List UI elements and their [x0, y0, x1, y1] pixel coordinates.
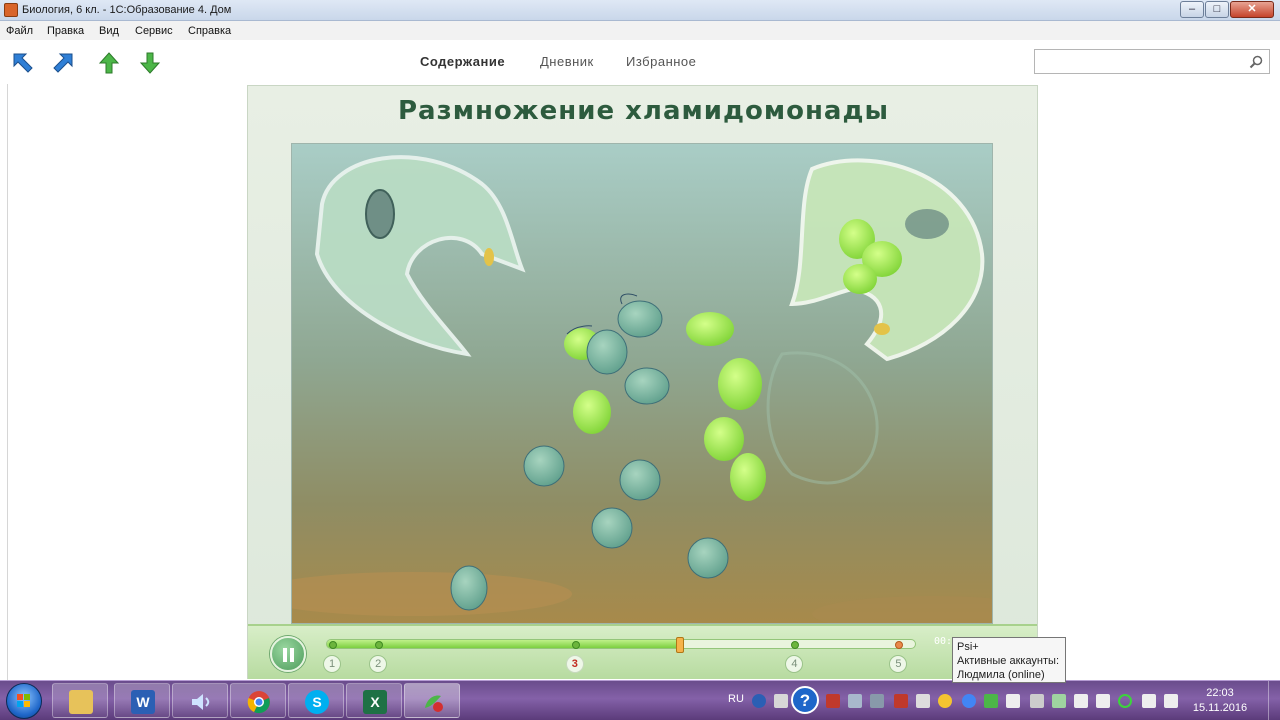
animation-scene[interactable]	[291, 143, 993, 624]
taskbar-skype[interactable]: S	[288, 683, 344, 718]
tab-contents[interactable]: Содержание	[420, 54, 505, 69]
help-small-icon[interactable]	[752, 694, 766, 708]
up-arrow-icon[interactable]	[96, 50, 122, 76]
start-button[interactable]	[6, 683, 42, 719]
taskbar-media[interactable]	[172, 683, 228, 718]
volume-icon[interactable]	[1096, 694, 1110, 708]
svg-text:?: ?	[800, 691, 810, 710]
tray-window-icon[interactable]	[916, 694, 930, 708]
signal-icon[interactable]	[1006, 694, 1020, 708]
left-divider	[7, 84, 8, 680]
chapter-dot[interactable]	[791, 641, 800, 649]
taskbar-excel[interactable]: X	[346, 683, 402, 718]
menu-help[interactable]: Справка	[188, 25, 231, 37]
chapter-marker[interactable]: 4	[785, 655, 804, 673]
taskbar-word[interactable]: W	[114, 683, 170, 718]
chrome-icon	[247, 691, 270, 714]
window-title-bar[interactable]: Биология, 6 кл. - 1С:Образование 4. Дом …	[0, 0, 1280, 21]
chapter-marker[interactable]: 2	[369, 655, 388, 673]
close-button[interactable]: ✕	[1230, 1, 1274, 18]
menu-view[interactable]: Вид	[99, 25, 119, 37]
speaker-icon	[192, 694, 210, 710]
tooltip-line: Активные аккаунты:	[957, 655, 1060, 667]
tooltip-line: Людмила (online)	[957, 669, 1045, 681]
tooltip-line: Psi+	[957, 641, 979, 653]
monitor-icon[interactable]	[1030, 694, 1044, 708]
menu-bar: Файл Правка Вид Сервис Справка	[0, 21, 1280, 40]
window-title: Биология, 6 кл. - 1С:Образование 4. Дом	[22, 4, 232, 16]
lesson-panel: Размножение хламидомонады 1 2 3 4 5 00:	[247, 85, 1038, 679]
chrome-tray-icon[interactable]	[962, 694, 976, 708]
skype-icon: S	[305, 690, 329, 714]
tray-tooltip: Psi+ Активные аккаунты: Людмила (online)	[952, 637, 1066, 683]
clock-date: 15.11.2016	[1192, 702, 1248, 714]
taskbar-explorer[interactable]	[52, 683, 108, 718]
back-arrow-icon[interactable]	[10, 50, 36, 76]
clock[interactable]: 22:03 15.11.2016	[1190, 686, 1250, 716]
chapter-marker[interactable]: 5	[889, 655, 908, 673]
lesson-title: Размножение хламидомонады	[398, 96, 889, 126]
taskbar: W S X RU ? 22:03 15.11.2016	[0, 680, 1280, 720]
help-icon[interactable]: ?	[790, 685, 820, 715]
toolbar: Содержание Дневник Избранное	[0, 40, 1280, 84]
menu-edit[interactable]: Правка	[47, 25, 84, 37]
progress-track[interactable]	[326, 637, 916, 653]
star-icon[interactable]	[938, 694, 952, 708]
forward-arrow-icon[interactable]	[50, 50, 76, 76]
tray-tool-icon[interactable]	[870, 694, 884, 708]
clock-time: 22:03	[1206, 687, 1234, 699]
bluetooth-icon[interactable]	[1142, 694, 1156, 708]
minimize-button[interactable]: –	[1180, 1, 1204, 18]
tray-shield-icon[interactable]	[984, 694, 998, 708]
tray-app-icon[interactable]	[826, 694, 840, 708]
content-area: Размножение хламидомонады 1 2 3 4 5 00:	[0, 84, 1280, 680]
network-flag-icon[interactable]	[1164, 694, 1178, 708]
folder-icon	[69, 690, 93, 714]
tab-favorites[interactable]: Избранное	[626, 54, 696, 69]
word-icon: W	[131, 690, 155, 714]
media-player-bar: 1 2 3 4 5 00:	[248, 624, 1037, 679]
1c-education-icon	[425, 695, 443, 712]
chapter-dot[interactable]	[895, 641, 904, 649]
taskbar-chrome[interactable]	[230, 683, 286, 718]
windows-logo-icon	[17, 694, 30, 707]
chapter-marker[interactable]: 3	[565, 655, 584, 673]
menu-file[interactable]: Файл	[6, 25, 33, 37]
psi-status-icon[interactable]	[1118, 694, 1132, 708]
maximize-button[interactable]: □	[1205, 1, 1229, 18]
usb-icon[interactable]	[1074, 694, 1088, 708]
sync-icon[interactable]	[1052, 694, 1066, 708]
chapter-dot[interactable]	[571, 641, 580, 649]
app-icon	[4, 3, 18, 17]
search-icon[interactable]	[1249, 55, 1263, 69]
tab-diary[interactable]: Дневник	[540, 54, 594, 69]
search-box	[1034, 49, 1270, 74]
progress-thumb[interactable]	[675, 637, 684, 653]
language-indicator[interactable]: RU	[728, 693, 744, 705]
timecode: 00:	[934, 636, 953, 647]
pause-button[interactable]	[270, 636, 306, 672]
excel-icon: X	[363, 690, 387, 714]
keyboard-icon[interactable]	[774, 694, 788, 708]
tray-app-icon[interactable]	[894, 694, 908, 708]
pause-icon	[283, 648, 287, 662]
chapter-dot[interactable]	[329, 641, 337, 649]
show-desktop-button[interactable]	[1268, 681, 1280, 720]
tray-tool-icon[interactable]	[848, 694, 862, 708]
menu-service[interactable]: Сервис	[135, 25, 173, 37]
down-arrow-icon[interactable]	[137, 50, 163, 76]
taskbar-1c-education[interactable]	[404, 683, 460, 718]
pause-icon-bar	[290, 648, 294, 662]
search-input[interactable]	[1035, 50, 1240, 73]
chapter-marker[interactable]: 1	[323, 655, 341, 673]
